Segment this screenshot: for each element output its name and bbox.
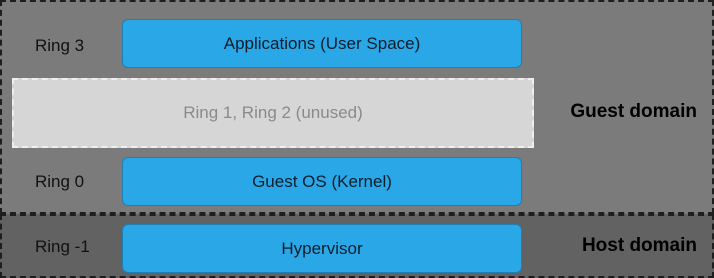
ring-3-label: Ring 3 [35, 36, 85, 55]
applications-label: Applications (User Space) [223, 33, 421, 53]
guest-os-label: Guest OS (Kernel) [252, 171, 392, 191]
ring-0-label: Ring 0 [35, 172, 85, 191]
guest-os-box: Guest OS (Kernel) [122, 157, 522, 206]
hypervisor-box: Hypervisor [122, 224, 522, 273]
ring-privilege-diagram: Ring 1, Ring 2 (unused) Ring 3 Ring 0 Ri… [0, 0, 714, 278]
applications-box: Applications (User Space) [122, 19, 522, 68]
ring-minus-1-label: Ring -1 [35, 237, 90, 256]
host-domain-label: Host domain [581, 235, 697, 256]
unused-rings-label: Ring 1, Ring 2 (unused) [183, 103, 363, 122]
unused-rings-band: Ring 1, Ring 2 (unused) [12, 78, 534, 148]
guest-domain-label: Guest domain [570, 101, 697, 122]
hypervisor-label: Hypervisor [281, 238, 363, 258]
